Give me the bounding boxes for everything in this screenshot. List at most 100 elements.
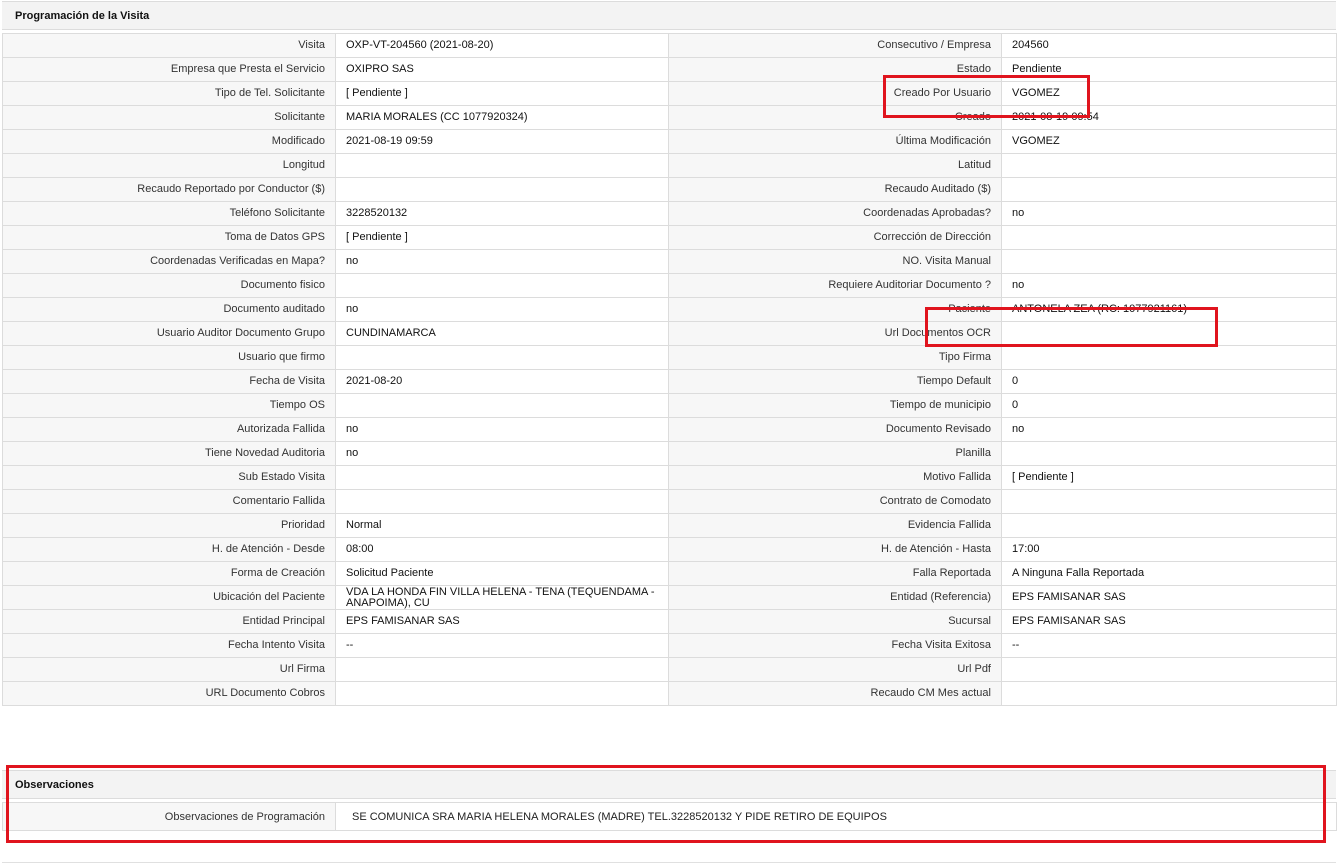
field-label: Recaudo Auditado ($) (668, 177, 1002, 202)
field-value: 2021-08-19 09:54 (1001, 105, 1337, 130)
field-value (1001, 321, 1337, 346)
field-label: Empresa que Presta el Servicio (2, 57, 336, 82)
field-value (1001, 225, 1337, 250)
field-value (1001, 513, 1337, 538)
field-label: Entidad (Referencia) (668, 585, 1002, 610)
field-label: URL Documento Cobros (2, 681, 336, 706)
field-value: Normal (335, 513, 669, 538)
table-row: Url Firma Url Pdf (2, 657, 1337, 682)
field-value (1001, 153, 1337, 178)
field-value: 0 (1001, 393, 1337, 418)
field-label: Paciente (668, 297, 1002, 322)
field-label: H. de Atención - Desde (2, 537, 336, 562)
field-label: Contrato de Comodato (668, 489, 1002, 514)
field-label: H. de Atención - Hasta (668, 537, 1002, 562)
field-label: Falla Reportada (668, 561, 1002, 586)
table-row: Longitud Latitud (2, 153, 1337, 178)
field-value: VGOMEZ (1001, 129, 1337, 154)
field-label: Modificado (2, 129, 336, 154)
field-label: Url Pdf (668, 657, 1002, 682)
table-row: Tiempo OS Tiempo de municipio 0 (2, 393, 1337, 418)
table-row: Usuario que firmo Tipo Firma (2, 345, 1337, 370)
table-row: Observaciones de Programación SE COMUNIC… (2, 802, 1337, 831)
field-value (1001, 441, 1337, 466)
field-label: Latitud (668, 153, 1002, 178)
field-value: -- (1001, 633, 1337, 658)
field-label: Tiempo Default (668, 369, 1002, 394)
field-label: Motivo Fallida (668, 465, 1002, 490)
field-label: Tiempo OS (2, 393, 336, 418)
table-row: Autorizada Fallida no Documento Revisado … (2, 417, 1337, 442)
field-value (1001, 657, 1337, 682)
table-row: Fecha Intento Visita -- Fecha Visita Exit… (2, 633, 1337, 658)
field-value: OXIPRO SAS (335, 57, 669, 82)
field-label: Documento Revisado (668, 417, 1002, 442)
field-value (335, 345, 669, 370)
field-label: Url Documentos OCR (668, 321, 1002, 346)
field-label: NO. Visita Manual (668, 249, 1002, 274)
table-row: Forma de Creación Solicitud Paciente Falla… (2, 561, 1337, 586)
field-value: Pendiente (1001, 57, 1337, 82)
table-row: Documento fisico Requiere Auditoriar Docu… (2, 273, 1337, 298)
observaciones-title: Observaciones (15, 779, 94, 791)
field-value (335, 153, 669, 178)
field-value: Solicitud Paciente (335, 561, 669, 586)
field-label: Planilla (668, 441, 1002, 466)
field-value (335, 681, 669, 706)
field-label: Autorizada Fallida (2, 417, 336, 442)
field-value: -- (335, 633, 669, 658)
section-header-programacion: Programación de la Visita (2, 1, 1336, 30)
field-value (335, 393, 669, 418)
table-row: Visita OXP-VT-204560 (2021-08-20) Consecut… (2, 33, 1337, 58)
field-value: no (335, 441, 669, 466)
table-row: Comentario Fallida Contrato de Comodato (2, 489, 1337, 514)
divider (2, 862, 1336, 863)
field-value: MARIA MORALES (CC 1077920324) (335, 105, 669, 130)
table-row: Recaudo Reportado por Conductor ($) Recau… (2, 177, 1337, 202)
field-label: Recaudo CM Mes actual (668, 681, 1002, 706)
table-row: Teléfono Solicitante 3228520132 Coordenada… (2, 201, 1337, 226)
field-label: Toma de Datos GPS (2, 225, 336, 250)
field-label: Sub Estado Visita (2, 465, 336, 490)
field-value (1001, 345, 1337, 370)
table-row: H. de Atención - Desde 08:00 H. de Atenció… (2, 537, 1337, 562)
field-label: Tiene Novedad Auditoria (2, 441, 336, 466)
field-label: Última Modificación (668, 129, 1002, 154)
field-label: Tipo Firma (668, 345, 1002, 370)
field-value (335, 177, 669, 202)
field-value: no (1001, 273, 1337, 298)
field-label: Tiempo de municipio (668, 393, 1002, 418)
field-label: Documento auditado (2, 297, 336, 322)
table-row: Documento auditado no Paciente ANTONELA ZE… (2, 297, 1337, 322)
field-value: 17:00 (1001, 537, 1337, 562)
field-label: Fecha Intento Visita (2, 633, 336, 658)
field-label: Sucursal (668, 609, 1002, 634)
table-row: Toma de Datos GPS[ Pendiente ] Corrección… (2, 225, 1337, 250)
field-value: 204560 (1001, 33, 1337, 58)
field-label: Creado Por Usuario (668, 81, 1002, 106)
field-value: EPS FAMISANAR SAS (1001, 585, 1337, 610)
field-value: A Ninguna Falla Reportada (1001, 561, 1337, 586)
field-label: Entidad Principal (2, 609, 336, 634)
table-row: Modificado 2021-08-19 09:59 Última Modific… (2, 129, 1337, 154)
field-label: Evidencia Fallida (668, 513, 1002, 538)
field-label: Solicitante (2, 105, 336, 130)
table-row: Empresa que Presta el Servicio OXIPRO SAS… (2, 57, 1337, 82)
field-label: Consecutivo / Empresa (668, 33, 1002, 58)
table-row: Sub Estado Visita Motivo Fallida[ Pendien… (2, 465, 1337, 490)
field-value: no (1001, 417, 1337, 442)
table-row: Tipo de Tel. Solicitante[ Pendiente ] Cre… (2, 81, 1337, 106)
field-value: no (335, 249, 669, 274)
field-value: [ Pendiente ] (335, 225, 669, 250)
field-label: Url Firma (2, 657, 336, 682)
table-row: Fecha de Visita 2021-08-20 Tiempo Default… (2, 369, 1337, 394)
visit-details-table: Visita OXP-VT-204560 (2021-08-20) Consecut… (2, 33, 1337, 706)
table-row: Usuario Auditor Documento Grupo CUNDINAMA… (2, 321, 1337, 346)
field-value (335, 273, 669, 298)
field-value (335, 657, 669, 682)
field-label: Creado (668, 105, 1002, 130)
field-value: ANTONELA ZEA (RC: 1077921161) (1001, 297, 1337, 322)
field-value: [ Pendiente ] (335, 81, 669, 106)
field-label: Comentario Fallida (2, 489, 336, 514)
field-value: [ Pendiente ] (1001, 465, 1337, 490)
